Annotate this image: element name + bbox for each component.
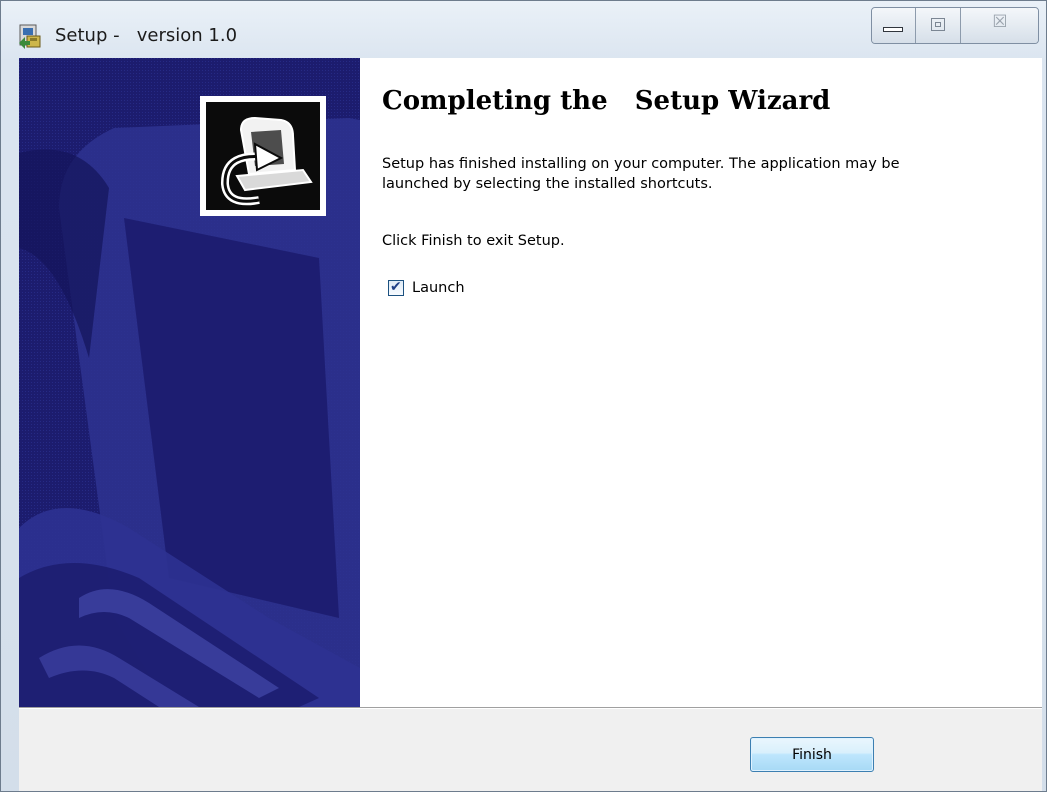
finish-button[interactable]: Finish [750, 737, 874, 772]
launch-checkbox[interactable]: ✔ [388, 279, 404, 296]
maximize-button[interactable] [916, 8, 961, 43]
exit-instruction: Click Finish to exit Setup. [382, 233, 565, 249]
window-title: Setup - version 1.0 [55, 25, 238, 46]
launch-option[interactable]: ✔ Launch [388, 278, 465, 298]
close-icon: ☒ [992, 12, 1008, 32]
wizard-client-area: Completing the Setup Wizard Setup has fi… [19, 58, 1042, 791]
maximize-icon [931, 18, 946, 31]
setup-installer-icon [17, 23, 43, 49]
computer-install-icon [200, 96, 326, 216]
minimize-button[interactable] [872, 8, 917, 43]
setup-window: Setup - version 1.0 ☒ Completing the Set… [0, 0, 1047, 792]
wizard-banner-image [19, 58, 360, 707]
finished-message: Setup has finished installing on your co… [382, 156, 900, 192]
close-button[interactable]: ☒ [960, 8, 1038, 43]
minimize-icon [883, 27, 903, 32]
launch-label: Launch [412, 280, 465, 296]
page-title: Completing the Setup Wizard [382, 86, 831, 116]
wizard-content: Completing the Setup Wizard Setup has fi… [360, 58, 1042, 707]
footer-divider [19, 707, 1042, 709]
caption-buttons: ☒ [871, 7, 1039, 44]
checkmark-icon: ✔ [390, 279, 402, 295]
title-bar[interactable]: Setup - version 1.0 ☒ [1, 1, 1046, 58]
